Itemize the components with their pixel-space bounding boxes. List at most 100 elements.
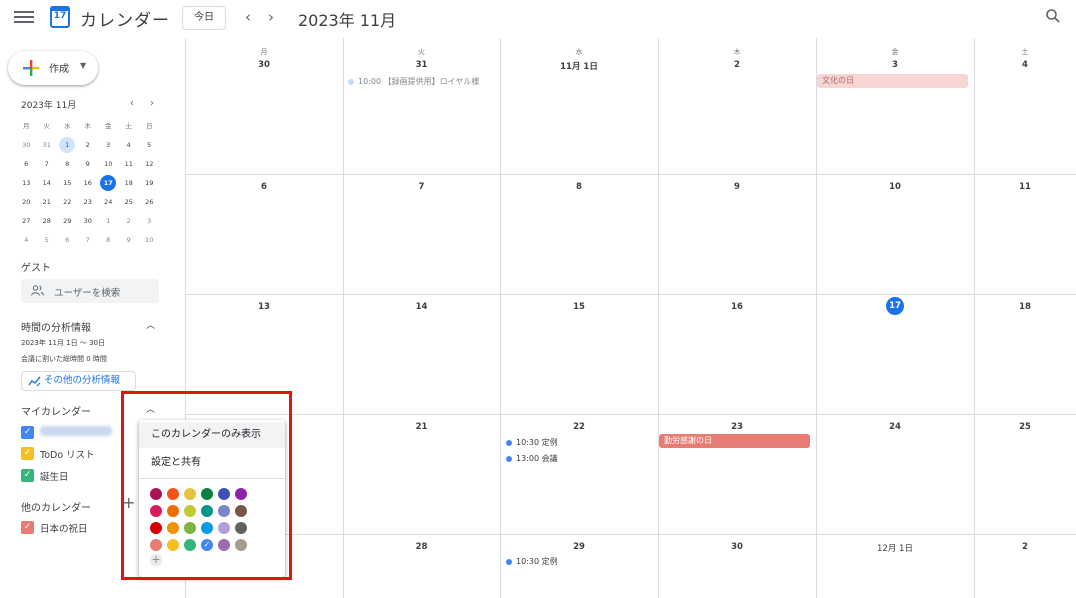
day-cell[interactable]: 11 (974, 174, 1076, 294)
day-number[interactable]: 15 (500, 302, 658, 312)
birthday-checkbox[interactable]: ✓ (21, 469, 34, 482)
mini-day[interactable]: 23 (80, 194, 96, 210)
mini-day[interactable]: 2 (121, 213, 137, 229)
day-number[interactable]: 17 (816, 297, 974, 315)
mini-prev-button[interactable]: ‹ (130, 98, 134, 109)
mini-day[interactable]: 21 (39, 194, 55, 210)
day-number[interactable]: 31 (343, 60, 500, 70)
day-number[interactable]: 25 (974, 422, 1076, 432)
next-month-button[interactable]: › (268, 8, 274, 26)
day-cell[interactable]: 2 (974, 534, 1076, 598)
mini-day[interactable]: 5 (141, 137, 157, 153)
guest-search-input[interactable]: ユーザーを検索 (21, 279, 159, 303)
day-cell[interactable]: 3 (816, 38, 974, 174)
main-menu-button[interactable] (14, 8, 34, 26)
mini-day[interactable]: 3 (141, 213, 157, 229)
mini-day[interactable]: 14 (39, 175, 55, 191)
day-number[interactable]: 12月 1日 (816, 542, 974, 554)
event-chip[interactable]: 10:30 定例 (506, 556, 558, 567)
create-button[interactable]: 作成 ▼ (8, 51, 98, 85)
search-icon[interactable] (1045, 8, 1061, 24)
event-chip[interactable]: 10:30 定例 (506, 437, 558, 448)
day-number[interactable]: 11 (974, 182, 1076, 192)
day-cell[interactable]: 12月 1日 (816, 534, 974, 598)
day-cell[interactable]: 7 (343, 174, 500, 294)
mini-day[interactable]: 27 (18, 213, 34, 229)
day-cell[interactable]: 23 (658, 414, 816, 534)
day-cell[interactable]: 4 (974, 38, 1076, 174)
mini-day[interactable]: 11 (121, 156, 137, 172)
event-chip[interactable]: 13:00 会議 (506, 453, 558, 464)
japan-holidays-checkbox[interactable]: ✓ (21, 521, 34, 534)
day-number[interactable]: 3 (816, 60, 974, 70)
day-cell[interactable]: 24 (816, 414, 974, 534)
mini-day[interactable]: 24 (100, 194, 116, 210)
event-chip[interactable]: 10:00 【録画提供用】ロイヤル様 (348, 76, 479, 87)
today-button[interactable]: 今日 (182, 6, 226, 30)
day-number[interactable]: 13 (185, 302, 343, 312)
mini-day[interactable]: 18 (121, 175, 137, 191)
mini-day[interactable]: 6 (18, 156, 34, 172)
day-number[interactable]: 14 (343, 302, 500, 312)
holiday-labor-thanksgiving[interactable]: 勤労感謝の日 (659, 434, 810, 448)
mini-day[interactable]: 5 (39, 232, 55, 248)
day-cell[interactable]: 31 (343, 38, 500, 174)
mini-day[interactable]: 13 (18, 175, 34, 191)
day-number[interactable]: 30 (185, 60, 343, 70)
day-number[interactable]: 9 (658, 182, 816, 192)
day-number[interactable]: 18 (974, 302, 1076, 312)
mini-day[interactable]: 8 (100, 232, 116, 248)
mini-day[interactable]: 15 (59, 175, 75, 191)
day-cell[interactable]: 28 (343, 534, 500, 598)
day-cell[interactable]: 16 (658, 294, 816, 414)
day-cell[interactable]: 18 (974, 294, 1076, 414)
day-cell[interactable]: 2 (658, 38, 816, 174)
mini-day[interactable]: 17 (100, 175, 117, 191)
day-number[interactable]: 24 (816, 422, 974, 432)
my-calendar-checkbox[interactable]: ✓ (21, 426, 34, 439)
day-cell[interactable]: 9 (658, 174, 816, 294)
mini-day[interactable]: 31 (39, 137, 55, 153)
day-cell[interactable]: 8 (500, 174, 658, 294)
day-number[interactable]: 22 (500, 422, 658, 432)
day-number[interactable]: 4 (974, 60, 1076, 70)
insights-collapse-icon[interactable]: ︿ (146, 318, 155, 331)
day-cell[interactable]: 6 (185, 174, 343, 294)
mini-day[interactable]: 7 (39, 156, 55, 172)
day-cell[interactable]: 25 (974, 414, 1076, 534)
day-cell[interactable]: 17 (816, 294, 974, 414)
mini-day[interactable]: 30 (80, 213, 96, 229)
day-number[interactable]: 16 (658, 302, 816, 312)
mini-day[interactable]: 12 (141, 156, 157, 172)
day-number[interactable]: 23 (658, 422, 816, 432)
mini-day[interactable]: 3 (100, 137, 116, 153)
day-cell[interactable]: 30 (185, 38, 343, 174)
day-cell[interactable]: 22 (500, 414, 658, 534)
todo-checkbox[interactable]: ✓ (21, 447, 34, 460)
day-number[interactable]: 2 (974, 542, 1076, 552)
day-number[interactable]: 8 (500, 182, 658, 192)
day-number[interactable]: 6 (185, 182, 343, 192)
mini-day[interactable]: 7 (80, 232, 96, 248)
mini-day[interactable]: 10 (100, 156, 116, 172)
mini-day[interactable]: 26 (141, 194, 157, 210)
day-cell[interactable]: 11月 1日 (500, 38, 658, 174)
mini-day[interactable]: 22 (59, 194, 75, 210)
mini-day[interactable]: 8 (59, 156, 75, 172)
more-insights-button[interactable]: その他の分析情報 (21, 371, 136, 391)
holiday-culture-day[interactable]: 文化の日 (817, 74, 968, 88)
day-cell[interactable]: 10 (816, 174, 974, 294)
day-number[interactable]: 10 (816, 182, 974, 192)
day-cell[interactable]: 15 (500, 294, 658, 414)
day-number[interactable]: 28 (343, 542, 500, 552)
mini-day[interactable]: 25 (121, 194, 137, 210)
mini-day[interactable]: 19 (141, 175, 157, 191)
mini-next-button[interactable]: › (150, 98, 154, 109)
mini-day[interactable]: 16 (80, 175, 96, 191)
day-number[interactable]: 30 (658, 542, 816, 552)
prev-month-button[interactable]: ‹ (245, 8, 251, 26)
day-number[interactable]: 29 (500, 542, 658, 552)
mini-day[interactable]: 29 (59, 213, 75, 229)
mini-day[interactable]: 4 (18, 232, 34, 248)
mini-day[interactable]: 20 (18, 194, 34, 210)
